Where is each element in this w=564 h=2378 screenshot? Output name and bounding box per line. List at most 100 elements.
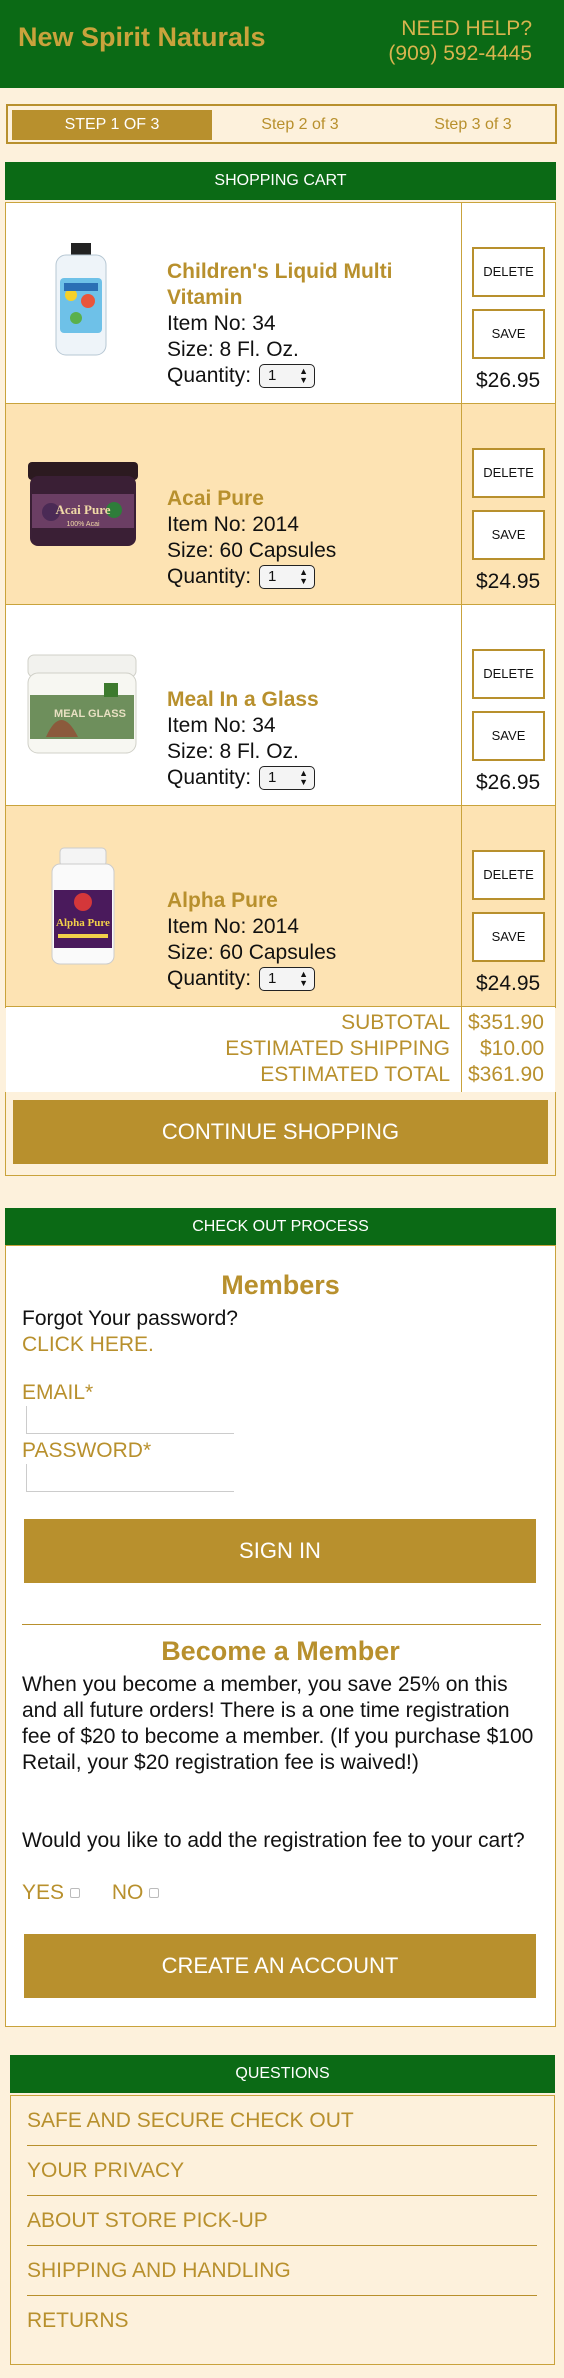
product-name[interactable]: Children's Liquid Multi Vitamin: [167, 259, 457, 311]
no-checkbox[interactable]: [149, 1888, 160, 1899]
save-button[interactable]: SAVE: [472, 912, 545, 962]
cart-item: Children's Liquid Multi Vitamin Item No: …: [6, 203, 555, 404]
site-header: New Spirit Naturals NEED HELP? (909) 592…: [0, 0, 564, 88]
quantity-select[interactable]: 1 ▲ ▼: [259, 364, 316, 389]
item-price: $24.95: [476, 570, 541, 593]
subtotal-label: SUBTOTAL: [341, 1011, 450, 1034]
yes-label[interactable]: YES: [22, 1881, 64, 1904]
quantity-row: Quantity: 1 ▲ ▼: [167, 363, 457, 389]
item-size: Size: 8 Fl. Oz.: [167, 338, 299, 361]
divider: [22, 1624, 541, 1625]
email-field[interactable]: [26, 1406, 234, 1434]
save-button[interactable]: SAVE: [472, 309, 545, 359]
product-name[interactable]: Acai Pure: [167, 486, 457, 512]
quantity-label: Quantity:: [167, 967, 252, 990]
email-label: EMAIL*: [22, 1381, 94, 1404]
password-field[interactable]: [26, 1464, 234, 1492]
subtotal-value: $351.90: [468, 1011, 544, 1034]
cart-item: Acai Pure 100% Acai Acai Pure Item No: 2…: [6, 404, 555, 605]
click-here-link[interactable]: CLICK HERE.: [22, 1332, 154, 1358]
question-link[interactable]: SAFE AND SECURE CHECK OUT: [27, 2096, 537, 2146]
product-image: Acai Pure 100% Acai: [28, 462, 138, 546]
shopping-cart: Children's Liquid Multi Vitamin Item No: …: [5, 202, 556, 1095]
quantity-label: Quantity:: [167, 766, 252, 789]
item-number: Item No: 2014: [167, 513, 299, 536]
product-image-label: MEAL GLASS: [54, 708, 126, 720]
product-name[interactable]: Alpha Pure: [167, 888, 457, 914]
product-image: Alpha Pure: [51, 847, 115, 965]
product-info: Children's Liquid Multi Vitamin Item No: …: [167, 259, 457, 389]
question-link[interactable]: ABOUT STORE PICK-UP: [27, 2196, 537, 2246]
product-info: Meal In a Glass Item No: 34 Size: 8 Fl. …: [167, 687, 457, 791]
delete-button[interactable]: DELETE: [472, 850, 545, 900]
question-link[interactable]: SHIPPING AND HANDLING: [27, 2246, 537, 2296]
quantity-select[interactable]: 1 ▲ ▼: [259, 766, 316, 791]
item-number: Item No: 34: [167, 312, 276, 335]
no-label[interactable]: NO: [112, 1881, 144, 1904]
forgot-password-text: Forgot Your password?: [22, 1307, 238, 1330]
product-info: Alpha Pure Item No: 2014 Size: 60 Capsul…: [167, 888, 457, 992]
quantity-label: Quantity:: [167, 364, 252, 387]
select-arrows-icon: ▲ ▼: [299, 969, 309, 989]
password-label: PASSWORD*: [22, 1439, 152, 1462]
item-size: Size: 8 Fl. Oz.: [167, 740, 299, 763]
select-arrows-icon: ▲ ▼: [299, 768, 309, 788]
quantity-select[interactable]: 1 ▲ ▼: [259, 967, 316, 992]
help-phone[interactable]: (909) 592-4445: [388, 41, 532, 66]
item-size: Size: 60 Capsules: [167, 539, 337, 562]
step-2: Step 2 of 3: [261, 116, 339, 133]
delete-button[interactable]: DELETE: [472, 649, 545, 699]
shopping-cart-title: SHOPPING CART: [5, 162, 556, 200]
save-button[interactable]: SAVE: [472, 510, 545, 560]
delete-button[interactable]: DELETE: [472, 448, 545, 498]
delete-button[interactable]: DELETE: [472, 247, 545, 297]
product-image: MEAL GLASS: [27, 654, 137, 754]
checkout-steps: STEP 1 OF 3 Step 2 of 3 Step 3 of 3: [6, 104, 557, 144]
yes-checkbox[interactable]: [70, 1888, 81, 1899]
quantity-row: Quantity: 1 ▲ ▼: [167, 966, 457, 992]
registration-options: YES NO: [22, 1880, 160, 1906]
question-link[interactable]: RETURNS: [27, 2296, 537, 2346]
product-image-label: Acai Pure: [56, 502, 111, 517]
total-value: $361.90: [468, 1063, 544, 1086]
checkout-panel: Members Forgot Your password? CLICK HERE…: [5, 1245, 556, 2027]
membership-info: When you become a member, you save 25% o…: [22, 1673, 534, 1774]
brand-logo[interactable]: New Spirit Naturals: [18, 22, 266, 53]
cart-totals: SUBTOTAL $351.90 ESTIMATED SHIPPING $10.…: [6, 1007, 555, 1095]
sign-in-button[interactable]: SIGN IN: [24, 1519, 536, 1583]
item-size: Size: 60 Capsules: [167, 941, 337, 964]
quantity-row: Quantity: 1 ▲ ▼: [167, 765, 457, 791]
total-label: ESTIMATED TOTAL: [260, 1063, 450, 1086]
product-name[interactable]: Meal In a Glass: [167, 687, 457, 713]
product-image: [55, 243, 107, 356]
cart-item: MEAL GLASS Meal In a Glass Item No: 34 S…: [6, 605, 555, 806]
item-number: Item No: 2014: [167, 915, 299, 938]
save-button[interactable]: SAVE: [472, 711, 545, 761]
questions-title: QUESTIONS: [10, 2055, 555, 2093]
product-image-label: Alpha Pure: [56, 917, 110, 929]
members-heading: Members: [221, 1270, 340, 1300]
quantity-select[interactable]: 1 ▲ ▼: [259, 565, 316, 590]
continue-shopping-button[interactable]: CONTINUE SHOPPING: [13, 1100, 548, 1164]
create-account-button[interactable]: CREATE AN ACCOUNT: [24, 1934, 536, 1998]
item-price: $26.95: [476, 771, 541, 794]
cart-item: Alpha Pure Alpha Pure Item No: 2014 Size…: [6, 806, 555, 1007]
select-arrows-icon: ▲ ▼: [299, 567, 309, 587]
help-contact: NEED HELP? (909) 592-4445: [388, 16, 532, 66]
item-number: Item No: 34: [167, 714, 276, 737]
shipping-label: ESTIMATED SHIPPING: [225, 1037, 450, 1060]
continue-section: CONTINUE SHOPPING: [5, 1092, 556, 1176]
item-price: $24.95: [476, 972, 541, 995]
help-label: NEED HELP?: [401, 17, 532, 40]
select-arrows-icon: ▲ ▼: [299, 366, 309, 386]
step-1: STEP 1 OF 3: [12, 110, 212, 140]
product-image-sublabel: 100% Acai: [66, 521, 100, 528]
question-link[interactable]: YOUR PRIVACY: [27, 2146, 537, 2196]
checkout-title: CHECK OUT PROCESS: [5, 1208, 556, 1246]
product-info: Acai Pure Item No: 2014 Size: 60 Capsule…: [167, 486, 457, 590]
registration-question: Would you like to add the registration f…: [22, 1829, 525, 1852]
become-member-heading: Become a Member: [161, 1636, 400, 1666]
quantity-label: Quantity:: [167, 565, 252, 588]
shipping-value: $10.00: [480, 1037, 545, 1060]
questions-list: SAFE AND SECURE CHECK OUT YOUR PRIVACY A…: [10, 2095, 555, 2365]
